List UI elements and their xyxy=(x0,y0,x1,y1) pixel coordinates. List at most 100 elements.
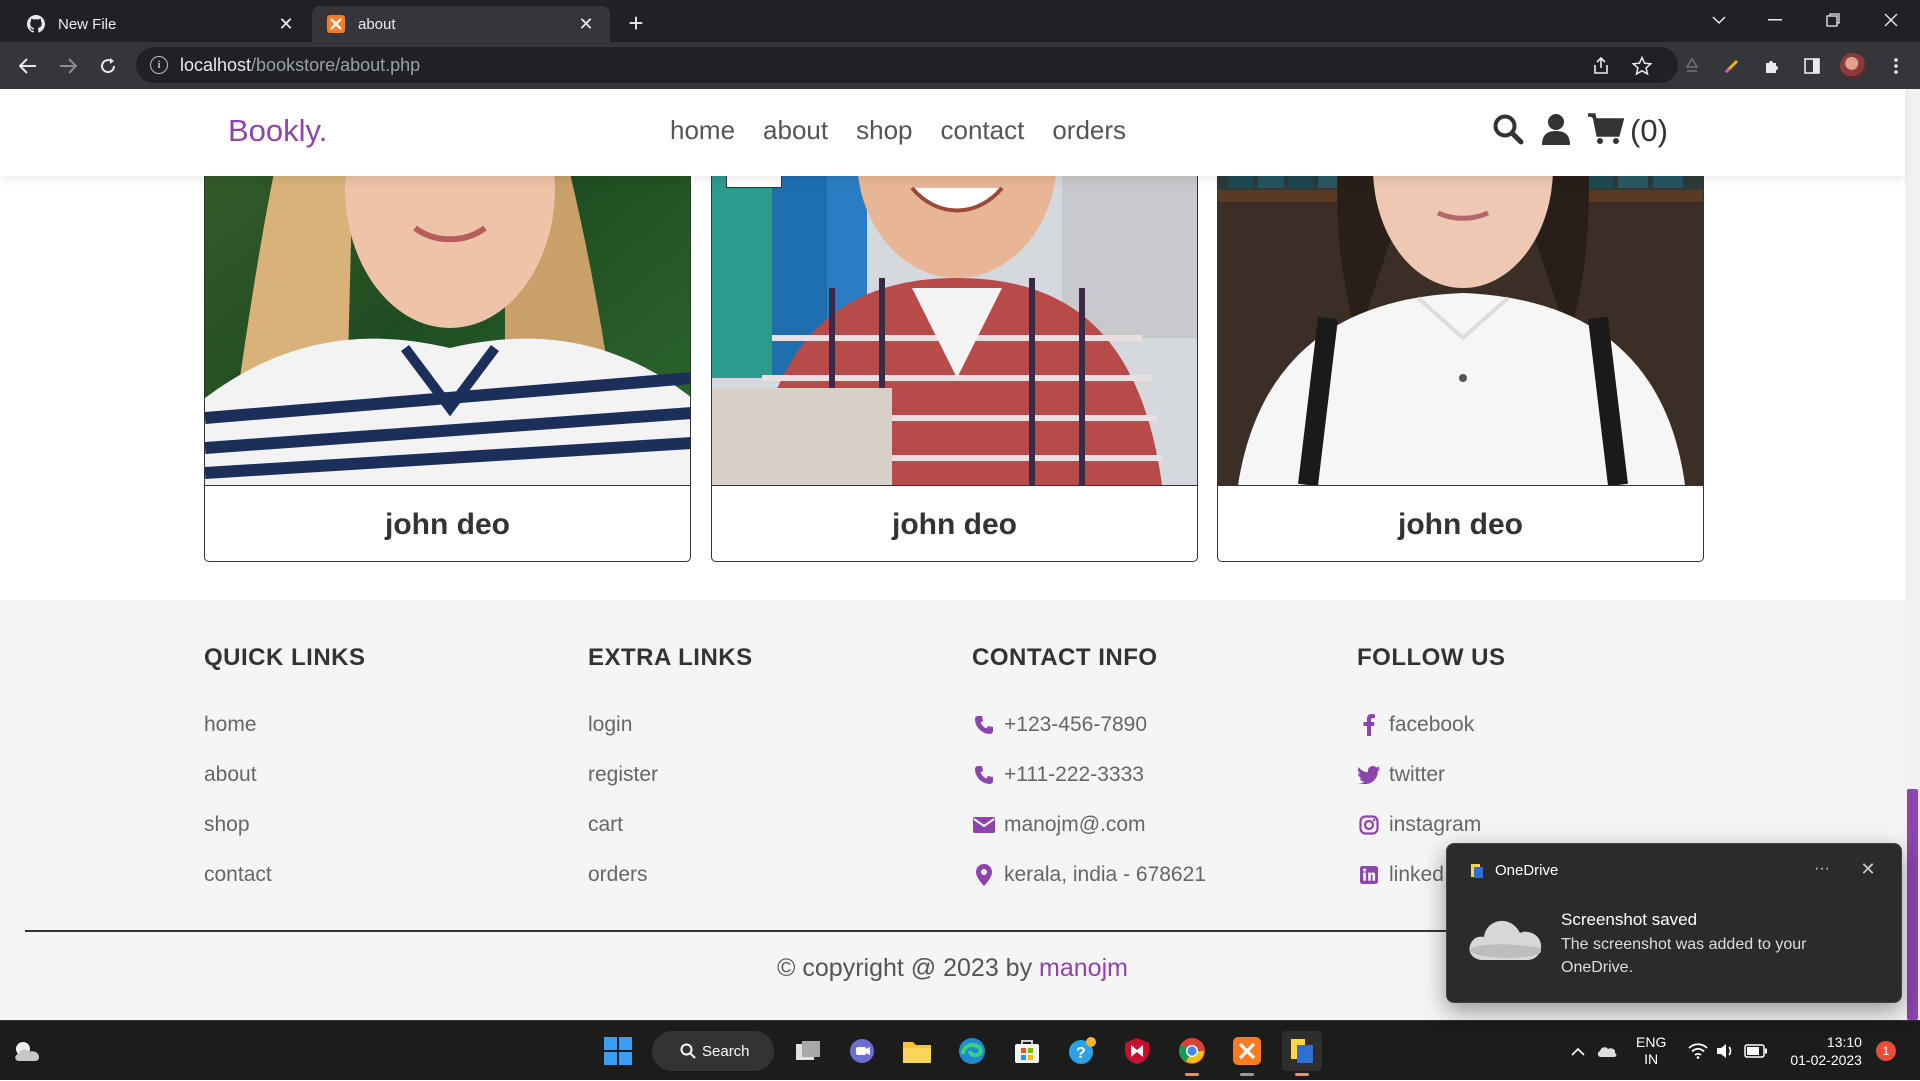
cloud-icon xyxy=(1465,910,1545,964)
recycle-extension-icon[interactable] xyxy=(1676,50,1708,82)
bookmark-star-icon[interactable] xyxy=(1626,50,1658,82)
language-indicator[interactable]: ENG IN xyxy=(1636,1034,1666,1068)
social-text: facebook xyxy=(1389,713,1475,736)
search-icon xyxy=(680,1043,696,1059)
onedrive-notification[interactable]: OneDrive ··· ✕ Screenshot saved The scre… xyxy=(1446,843,1902,1003)
credit-prefix: © copyright @ 2023 by xyxy=(777,954,1033,982)
contact-text: +111-222-3333 xyxy=(1004,763,1144,786)
chevron-down-icon[interactable] xyxy=(1696,0,1742,40)
get-help-icon[interactable]: ? xyxy=(1062,1031,1102,1071)
forward-button[interactable] xyxy=(52,50,84,82)
running-indicator xyxy=(1185,1073,1199,1076)
quick-links: QUICK LINKS home about shop contact xyxy=(204,644,366,900)
tab-new-file[interactable]: New File ✕ xyxy=(12,6,310,42)
file-explorer-icon[interactable] xyxy=(897,1031,937,1071)
footer-link-home[interactable]: home xyxy=(204,700,366,750)
phone-icon xyxy=(972,715,996,735)
edge-browser-icon[interactable] xyxy=(952,1031,992,1071)
browser-tab-bar: New File ✕ about ✕ + xyxy=(0,0,1920,42)
back-button[interactable] xyxy=(12,50,44,82)
team-name: john deo xyxy=(205,485,690,561)
nav-home[interactable]: home xyxy=(670,115,735,146)
social-text: linked xyxy=(1389,863,1444,886)
footer-link-orders[interactable]: orders xyxy=(588,850,753,900)
battery-icon[interactable] xyxy=(1744,1044,1768,1058)
extensions-puzzle-icon[interactable] xyxy=(1756,50,1788,82)
teams-chat-icon[interactable] xyxy=(842,1031,882,1071)
close-icon[interactable]: ✕ xyxy=(1857,858,1879,880)
taskbar-search[interactable]: Search xyxy=(652,1031,774,1071)
credit-brand[interactable]: manojm xyxy=(1039,954,1128,982)
social-twitter[interactable]: twitter xyxy=(1357,750,1505,800)
scrollbar-thumb[interactable] xyxy=(1907,789,1918,1020)
search-icon[interactable] xyxy=(1492,113,1524,149)
profile-avatar[interactable] xyxy=(1837,50,1869,82)
nav-about[interactable]: about xyxy=(763,115,828,146)
url-bar[interactable]: i localhost/bookstore/about.php xyxy=(136,47,1678,83)
menu-kebab-icon[interactable] xyxy=(1880,50,1912,82)
share-icon[interactable] xyxy=(1585,50,1617,82)
instagram-icon xyxy=(1357,815,1381,835)
close-icon[interactable]: ✕ xyxy=(576,14,596,34)
task-view-icon[interactable] xyxy=(788,1031,828,1071)
close-window-button[interactable] xyxy=(1868,0,1914,40)
cart-icon[interactable] xyxy=(1588,113,1625,149)
url-path: /bookstore/about.php xyxy=(251,54,421,75)
nav-contact[interactable]: contact xyxy=(941,115,1025,146)
clock-time: 13:10 xyxy=(1826,1034,1862,1050)
wifi-icon[interactable] xyxy=(1688,1043,1708,1059)
side-panel-icon[interactable] xyxy=(1796,50,1828,82)
mcafee-icon[interactable] xyxy=(1117,1031,1157,1071)
facebook-icon xyxy=(1357,714,1381,736)
footer-link-about[interactable]: about xyxy=(204,750,366,800)
linkedin-icon xyxy=(1357,866,1381,884)
nav-orders[interactable]: orders xyxy=(1052,115,1126,146)
xampp-icon[interactable] xyxy=(1227,1031,1267,1071)
twitter-icon xyxy=(1357,766,1381,784)
phone-icon xyxy=(972,765,996,785)
volume-icon[interactable] xyxy=(1716,1043,1736,1059)
nav-shop[interactable]: shop xyxy=(856,115,912,146)
social-facebook[interactable]: facebook xyxy=(1357,700,1505,750)
team-name: john deo xyxy=(712,485,1197,561)
clock[interactable]: 13:10 01-02-2023 xyxy=(1790,1033,1862,1069)
weather-icon[interactable] xyxy=(8,1031,48,1071)
minimize-button[interactable] xyxy=(1752,0,1798,40)
page-scrollbar[interactable] xyxy=(1905,89,1920,1020)
footer-link-register[interactable]: register xyxy=(588,750,753,800)
contact-info-title: CONTACT INFO xyxy=(972,644,1158,671)
close-icon[interactable]: ✕ xyxy=(276,14,296,34)
microsoft-store-icon[interactable] xyxy=(1007,1031,1047,1071)
footer-link-cart[interactable]: cart xyxy=(588,800,753,850)
user-icon[interactable] xyxy=(1542,113,1570,149)
footer-link-contact[interactable]: contact xyxy=(204,850,366,900)
running-indicator xyxy=(1240,1073,1254,1076)
onedrive-taskbar-icon[interactable] xyxy=(1282,1031,1322,1071)
chevron-up-icon[interactable] xyxy=(1566,1047,1590,1056)
extra-links: EXTRA LINKS login register cart orders xyxy=(588,644,753,900)
taskbar-search-label: Search xyxy=(702,1042,750,1060)
notification-badge[interactable]: 1 xyxy=(1875,1041,1896,1061)
windows-taskbar: Search ? ENG IN 13:10 01-02-2023 1 xyxy=(0,1020,1920,1080)
cart-count[interactable]: (0) xyxy=(1630,113,1668,149)
language-code: ENG xyxy=(1636,1034,1667,1050)
more-options-icon[interactable]: ··· xyxy=(1807,858,1837,880)
main-nav: home about shop contact orders xyxy=(670,115,1126,146)
windows-start-icon[interactable] xyxy=(598,1031,638,1071)
notification-app: OneDrive xyxy=(1469,862,1558,879)
notification-title: Screenshot saved xyxy=(1561,910,1698,929)
reload-button[interactable] xyxy=(92,50,124,82)
new-tab-button[interactable]: + xyxy=(622,8,650,38)
site-logo[interactable]: Bookly. xyxy=(228,113,327,149)
restore-button[interactable] xyxy=(1810,0,1856,40)
footer-link-login[interactable]: login xyxy=(588,700,753,750)
tab-about[interactable]: about ✕ xyxy=(312,6,610,42)
onedrive-tray-icon[interactable] xyxy=(1590,1043,1624,1059)
team-name: john deo xyxy=(1218,485,1703,561)
clock-date: 01-02-2023 xyxy=(1790,1052,1862,1068)
info-icon[interactable]: i xyxy=(150,56,168,74)
running-indicator xyxy=(1295,1073,1309,1076)
pen-extension-icon[interactable] xyxy=(1716,50,1748,82)
chrome-icon[interactable] xyxy=(1172,1031,1212,1071)
footer-link-shop[interactable]: shop xyxy=(204,800,366,850)
